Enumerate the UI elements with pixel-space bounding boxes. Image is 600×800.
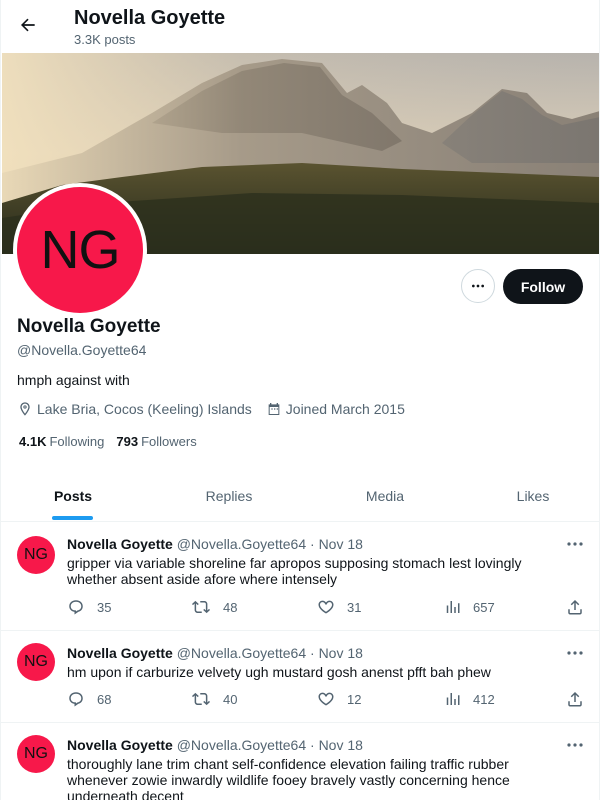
active-tab-indicator (52, 516, 93, 520)
profile-location: Lake Bria, Cocos (Keeling) Islands (17, 401, 252, 417)
post-author-handle[interactable]: @Novella.Goyette64 (177, 645, 306, 661)
post-date[interactable]: Nov 18 (319, 737, 363, 753)
location-text: Lake Bria, Cocos (Keeling) Islands (37, 401, 252, 417)
repost-icon (192, 600, 210, 614)
repost-button[interactable]: 40 (191, 689, 237, 709)
more-horizontal-icon (567, 651, 583, 655)
more-options-button[interactable] (461, 269, 495, 303)
reply-button[interactable]: 68 (67, 689, 111, 709)
post-avatar[interactable]: NG (17, 643, 55, 681)
post-author-name[interactable]: Novella Goyette (67, 536, 173, 552)
post-avatar[interactable]: NG (17, 536, 55, 574)
profile-page: Novella Goyette 3.3K posts NG Follow Nov… (0, 0, 600, 800)
page-title: Novella Goyette (74, 7, 226, 29)
analytics-icon (446, 601, 460, 613)
followers-count: 793 (116, 434, 139, 449)
heart-icon (318, 600, 334, 614)
post-more-button[interactable] (565, 537, 585, 551)
share-button[interactable] (566, 597, 584, 617)
followers-link[interactable]: 793 Followers (116, 434, 196, 449)
post-header: Novella Goyette @Novella.Goyette64 · Nov… (67, 645, 363, 661)
profile-avatar[interactable]: NG (13, 183, 147, 317)
repost-button[interactable]: 48 (191, 597, 237, 617)
reply-count: 68 (97, 691, 112, 707)
post-count: 3.3K posts (74, 32, 136, 47)
heart-icon (318, 692, 334, 706)
post-separator: · (310, 645, 315, 661)
post-author-name[interactable]: Novella Goyette (67, 737, 173, 753)
post-date[interactable]: Nov 18 (319, 536, 363, 552)
post-avatar[interactable]: NG (17, 735, 55, 773)
like-button[interactable]: 31 (317, 597, 361, 617)
views-button[interactable]: 657 (443, 597, 495, 617)
tab-replies[interactable]: Replies (179, 470, 279, 522)
like-count: 31 (347, 599, 362, 615)
post-item[interactable]: NG Novella Goyette @Novella.Goyette64 · … (1, 723, 599, 800)
share-icon (568, 691, 582, 707)
repost-icon (192, 692, 210, 706)
followers-label: Followers (141, 434, 197, 449)
follow-stats: 4.1K Following 793 Followers (19, 434, 209, 449)
post-separator: · (310, 536, 315, 552)
post-date[interactable]: Nov 18 (319, 645, 363, 661)
like-count: 12 (347, 691, 362, 707)
reply-count: 35 (97, 599, 112, 615)
profile-name: Novella Goyette (17, 316, 161, 337)
view-count: 657 (473, 599, 495, 615)
back-button[interactable] (11, 8, 45, 42)
profile-joined: Joined March 2015 (266, 401, 405, 417)
post-separator: · (310, 737, 315, 753)
follow-button[interactable]: Follow (503, 269, 583, 304)
post-header: Novella Goyette @Novella.Goyette64 · Nov… (67, 536, 363, 552)
post-header: Novella Goyette @Novella.Goyette64 · Nov… (67, 737, 363, 753)
post-text: gripper via variable shoreline far aprop… (67, 555, 522, 587)
post-author-handle[interactable]: @Novella.Goyette64 (177, 536, 306, 552)
reply-button[interactable]: 35 (67, 597, 111, 617)
post-item[interactable]: NG Novella Goyette @Novella.Goyette64 · … (1, 631, 599, 723)
post-author-handle[interactable]: @Novella.Goyette64 (177, 737, 306, 753)
more-horizontal-icon (472, 284, 484, 288)
views-button[interactable]: 412 (443, 689, 495, 709)
post-text: hm upon if carburize velvety ugh mustard… (67, 664, 491, 680)
calendar-icon (268, 403, 280, 415)
tab-likes[interactable]: Likes (483, 470, 583, 522)
post-author-name[interactable]: Novella Goyette (67, 645, 173, 661)
reply-icon (69, 600, 83, 615)
more-horizontal-icon (567, 542, 583, 546)
like-button[interactable]: 12 (317, 689, 361, 709)
tab-posts[interactable]: Posts (23, 470, 123, 522)
arrow-left-icon (21, 18, 35, 32)
joined-text: Joined March 2015 (285, 401, 405, 417)
share-icon (568, 599, 582, 615)
more-horizontal-icon (567, 743, 583, 747)
profile-handle: @Novella.Goyette64 (17, 342, 147, 358)
post-item[interactable]: NG Novella Goyette @Novella.Goyette64 · … (1, 522, 599, 631)
share-button[interactable] (566, 689, 584, 709)
repost-count: 48 (223, 599, 238, 615)
following-link[interactable]: 4.1K Following (19, 434, 104, 449)
location-pin-icon (20, 402, 30, 416)
following-label: Following (49, 434, 105, 449)
repost-count: 40 (223, 691, 238, 707)
analytics-icon (446, 693, 460, 705)
profile-tabs: Posts Replies Media Likes (1, 470, 599, 522)
reply-icon (69, 692, 83, 707)
avatar-initials: NG (17, 187, 143, 313)
following-count: 4.1K (19, 434, 47, 449)
tab-media[interactable]: Media (335, 470, 435, 522)
post-text: thoroughly lane trim chant self-confiden… (67, 756, 510, 800)
profile-meta: Lake Bria, Cocos (Keeling) Islands Joine… (17, 400, 419, 418)
post-actions: 35 48 31 657 (67, 597, 587, 617)
top-bar: Novella Goyette 3.3K posts (1, 0, 599, 53)
post-more-button[interactable] (565, 738, 585, 752)
post-actions: 68 40 12 412 (67, 689, 587, 709)
profile-bio: hmph against with (17, 372, 130, 388)
post-more-button[interactable] (565, 646, 585, 660)
view-count: 412 (473, 691, 495, 707)
